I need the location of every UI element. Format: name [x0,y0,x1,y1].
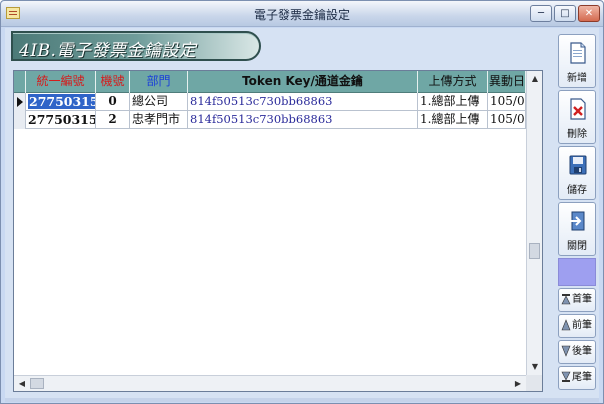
next-record-icon [561,345,571,357]
maximize-button[interactable]: □ [554,5,576,22]
last-record-label: 尾筆 [572,372,592,383]
close-button-label: 關閉 [567,241,587,252]
cell-upload-method[interactable]: 1.總部上傳 [418,93,488,111]
header-indicator [14,71,26,93]
new-button[interactable]: 新增 [558,34,596,88]
last-record-button[interactable]: 尾筆 [558,366,596,390]
cell-machine-no[interactable]: 2 [96,111,130,129]
cell-tax-id[interactable]: 27750315 [26,111,96,129]
scrollbar-corner [526,375,542,391]
current-row-arrow-icon [17,97,23,107]
cell-tax-id[interactable]: 27750315 [26,93,96,111]
vertical-scrollbar[interactable]: ▲ ▼ [526,71,542,375]
delete-button[interactable]: 刪除 [558,90,596,144]
last-record-icon [561,371,571,382]
scroll-right-icon[interactable]: ▶ [510,376,526,392]
document-icon [570,42,586,64]
first-record-label: 首筆 [572,294,592,305]
form-header: 4IB.電子發票金鑰設定 [11,31,261,61]
cell-upload-method[interactable]: 1.總部上傳 [418,111,488,129]
window-title: 電子發票金鑰設定 [253,8,350,22]
scroll-left-icon[interactable]: ◀ [14,376,30,392]
header-tax-id[interactable]: 統一編號 [26,71,96,93]
prev-record-icon [561,319,571,331]
exit-door-icon [570,211,585,231]
delete-button-label: 刪除 [567,129,587,140]
client-area: 4IB.電子發票金鑰設定 統一編號 機號 部門 Token Key/通道金鑰 上… [5,28,599,402]
cell-modified-date[interactable]: 105/04/ [488,111,526,129]
cell-department[interactable]: 忠孝門市 [130,111,188,129]
header-token-key[interactable]: Token Key/通道金鑰 [188,71,418,93]
selected-cell-text: 27750315 [28,94,95,109]
grid-header-row: 統一編號 機號 部門 Token Key/通道金鑰 上傳方式 異動日期 [14,71,526,93]
data-grid[interactable]: 統一編號 機號 部門 Token Key/通道金鑰 上傳方式 異動日期 2775… [13,70,543,392]
next-record-label: 後筆 [572,346,592,357]
first-record-button[interactable]: 首筆 [558,288,596,312]
next-record-button[interactable]: 後筆 [558,340,596,364]
save-button[interactable]: 儲存 [558,146,596,200]
row-indicator-cell [14,93,26,111]
form-title: 4IB.電子發票金鑰設定 [19,41,197,61]
cell-token-key[interactable]: 814f50513c730bb68863 [188,93,418,111]
previous-record-button[interactable]: 前筆 [558,314,596,338]
right-toolbar: 新增 刪除 儲存 關閉 首筆 前筆 後筆 尾筆 [555,28,599,402]
cell-department[interactable]: 總公司 [130,93,188,111]
header-machine-no[interactable]: 機號 [96,71,130,93]
app-window: 電子發票金鑰設定 ─ □ ✕ 4IB.電子發票金鑰設定 統一編號 機號 部門 T… [0,0,604,404]
header-department[interactable]: 部門 [130,71,188,93]
delete-document-icon [570,98,586,120]
minimize-button[interactable]: ─ [530,5,552,22]
table-row[interactable]: 27750315 2 忠孝門市 814f50513c730bb68863 1.總… [14,111,526,129]
header-modified-date[interactable]: 異動日期 [488,71,526,93]
horizontal-scrollbar[interactable]: ◀ ▶ [14,375,526,391]
table-row[interactable]: 27750315 0 總公司 814f50513c730bb68863 1.總部… [14,93,526,111]
floppy-disk-icon [569,155,587,175]
vertical-scroll-thumb[interactable] [529,243,540,259]
toolbar-spacer [558,258,596,286]
header-upload-method[interactable]: 上傳方式 [418,71,488,93]
bottom-border [5,398,599,402]
scroll-down-icon[interactable]: ▼ [527,359,543,375]
scroll-up-icon[interactable]: ▲ [527,71,543,87]
close-button[interactable]: 關閉 [558,202,596,256]
close-window-button[interactable]: ✕ [578,5,600,22]
horizontal-scroll-thumb[interactable] [30,378,44,389]
first-record-icon [561,294,571,305]
save-button-label: 儲存 [567,185,587,196]
title-bar[interactable]: 電子發票金鑰設定 ─ □ ✕ [1,1,603,27]
row-indicator-cell [14,111,26,129]
previous-record-label: 前筆 [572,320,592,331]
cell-modified-date[interactable]: 105/04/ [488,93,526,111]
cell-machine-no[interactable]: 0 [96,93,130,111]
cell-token-key[interactable]: 814f50513c730bb68863 [188,111,418,129]
new-button-label: 新增 [567,73,587,84]
